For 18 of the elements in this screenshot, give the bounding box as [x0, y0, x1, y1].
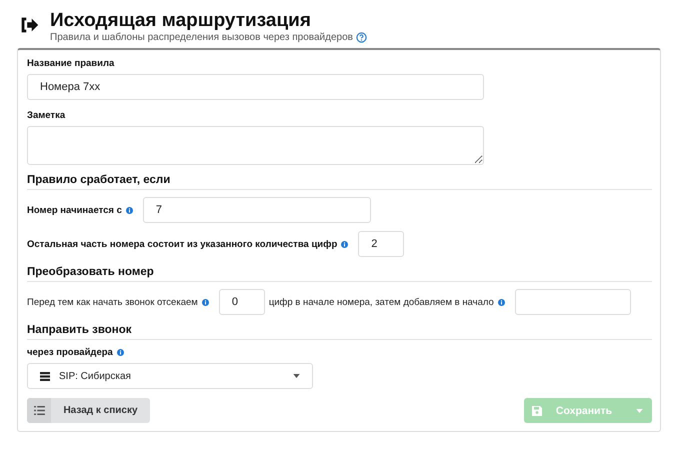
cut-digits-field[interactable]: 0 — [218, 289, 265, 315]
section-heading: Правило сработает, если — [27, 174, 652, 190]
field-label: Остальная часть номера состоит из указанного количества цифр — [27, 238, 338, 250]
page-subtitle: Правила и шаблоны распределения вызовов через провайдеров — [50, 32, 353, 43]
back-button[interactable]: Назад к списку — [27, 398, 150, 423]
rule-name-field[interactable]: Номера 7xx — [27, 74, 484, 100]
section-heading: Преобразовать номер — [27, 266, 652, 282]
digit-count-field[interactable]: 2 — [358, 231, 404, 257]
field-label: через провайдера — [27, 347, 113, 358]
field-label: Заметка — [27, 110, 66, 121]
provider-dropdown[interactable]: SIP: Сибирская — [27, 363, 313, 389]
field-label: Перед тем как начать звонок отсекаем — [27, 296, 198, 308]
page-title: Исходящая маршрутизация — [50, 10, 312, 32]
starts-with-field[interactable]: 7 — [142, 197, 371, 223]
field-label: цифр в начале номера, затем добавляем в начало — [268, 296, 494, 308]
section-heading: Направить звонок — [27, 324, 652, 340]
field-label: Номер начинается с — [27, 204, 122, 216]
field-label: Название правила — [27, 58, 116, 69]
